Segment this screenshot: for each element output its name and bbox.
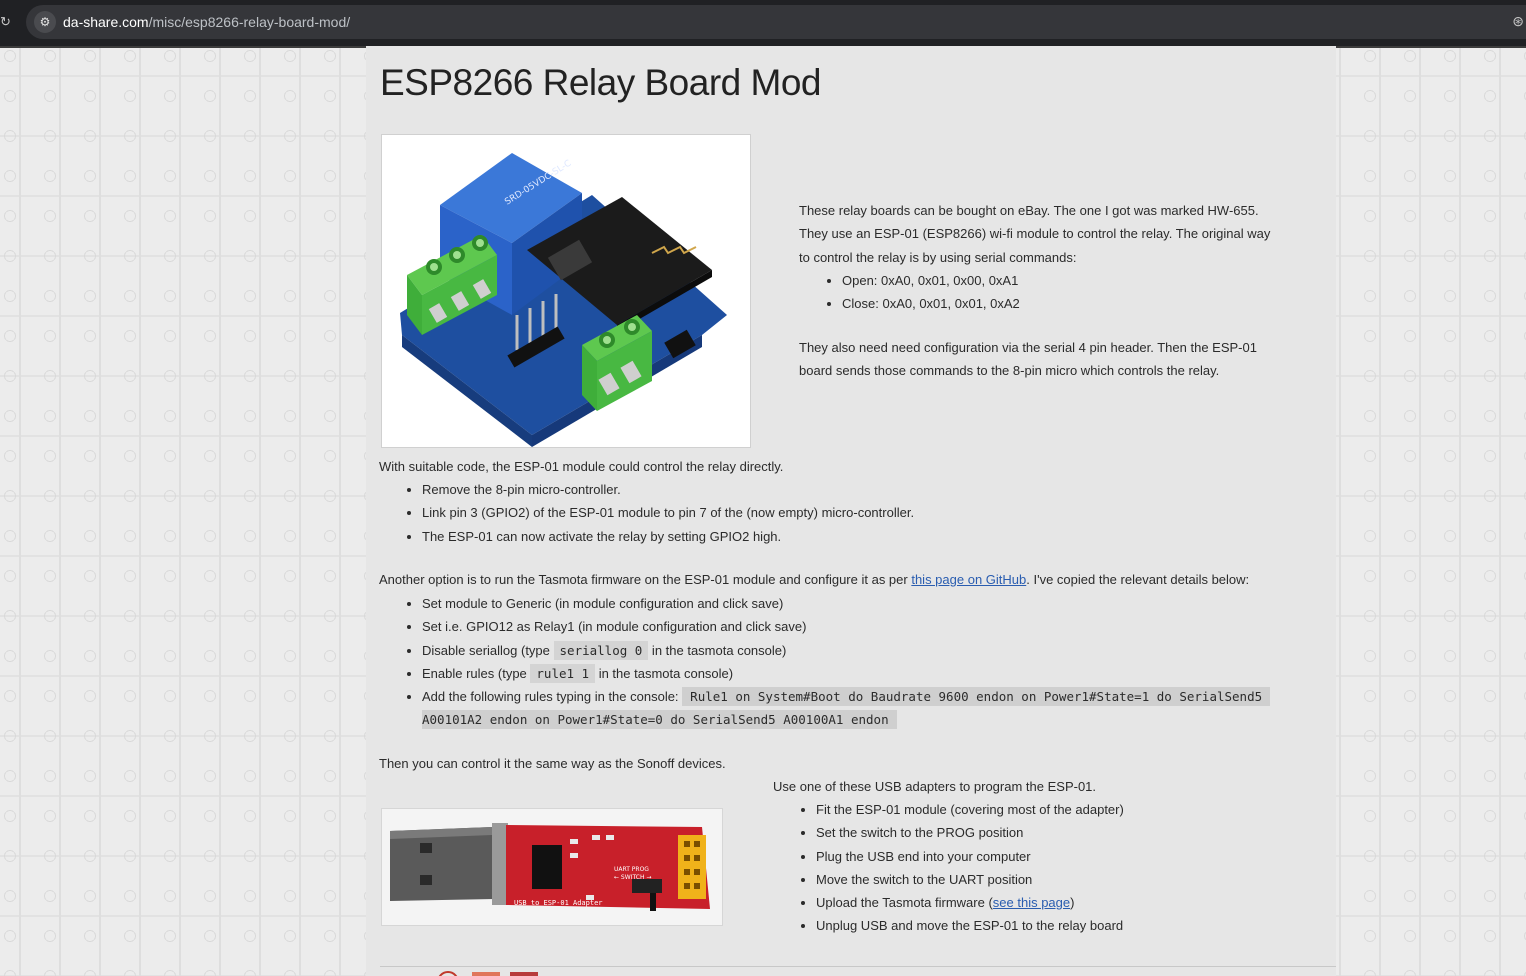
site-settings-icon[interactable]: ⚙: [34, 11, 56, 33]
list-item: Remove the 8-pin micro-controller.: [422, 478, 914, 501]
usb-board-switch-arrows: ← SWITCH →: [614, 874, 651, 881]
intro-line-2: They use an ESP-01 (ESP8266) wi-fi modul…: [799, 226, 1271, 241]
relay-board-illustration: SRD-05VDC-SL-C: [400, 153, 727, 447]
lens-icon[interactable]: ⊛: [1512, 13, 1524, 30]
list-item: Set module to Generic (in module configu…: [422, 592, 1362, 615]
list-item: Set the switch to the PROG position: [816, 821, 1124, 844]
list-item: Close: 0xA0, 0x01, 0x01, 0xA2: [842, 292, 1020, 315]
direct-control-steps: Remove the 8-pin micro-controller. Link …: [379, 478, 914, 548]
list-item: Link pin 3 (GPIO2) of the ESP-01 module …: [422, 501, 914, 524]
suitable-code-paragraph: With suitable code, the ESP-01 module co…: [379, 459, 784, 474]
usb-steps: Fit the ESP-01 module (covering most of …: [773, 798, 1124, 938]
config-line-2: board sends those commands to the 8-pin …: [799, 363, 1220, 378]
list-item: Move the switch to the UART position: [816, 868, 1124, 891]
tasmota-text-pre: Another option is to run the Tasmota fir…: [379, 572, 912, 587]
relay-board-image: SRD-05VDC-SL-C: [381, 134, 751, 448]
see-this-page-link[interactable]: see this page: [993, 895, 1070, 910]
sonoff-paragraph: Then you can control it the same way as …: [379, 756, 726, 771]
usb-board-switch-label: UART PROG: [614, 866, 649, 873]
list-item: Plug the USB end into your computer: [816, 845, 1124, 868]
step-text: in the tasmota console): [648, 642, 787, 658]
reload-icon[interactable]: ↻: [0, 14, 11, 30]
address-bar[interactable]: ⚙ da-share.com/misc/esp8266-relay-board-…: [26, 5, 1526, 39]
content-divider: [380, 966, 1336, 967]
step-text: Upload the Tasmota firmware (: [816, 895, 993, 911]
list-item: Open: 0xA0, 0x01, 0x00, 0xA1: [842, 269, 1020, 292]
config-line-1: They also need need configuration via th…: [799, 340, 1257, 355]
share-icons-row: [438, 971, 538, 976]
share-icon[interactable]: [438, 971, 458, 976]
list-item: Unplug USB and move the ESP-01 to the re…: [816, 914, 1124, 937]
list-item: Add the following rules typing in the co…: [422, 685, 1362, 732]
url-text[interactable]: da-share.com/misc/esp8266-relay-board-mo…: [63, 14, 350, 30]
tasmota-text-post: . I've copied the relevant details below…: [1026, 572, 1250, 587]
share-icon[interactable]: [472, 972, 500, 976]
usb-intro: Use one of these USB adapters to program…: [773, 779, 1097, 794]
step-text: Disable seriallog (type: [422, 642, 554, 658]
browser-toolbar: ↻ ⚙ da-share.com/misc/esp8266-relay-boar…: [0, 0, 1526, 48]
page-title: ESP8266 Relay Board Mod: [380, 62, 822, 103]
intro-line-1: These relay boards can be bought on eBay…: [799, 203, 1259, 218]
serial-command-list: Open: 0xA0, 0x01, 0x00, 0xA1 Close: 0xA0…: [799, 269, 1020, 316]
step-text: Add the following rules typing in the co…: [422, 689, 683, 705]
rule1-code: rule1 1: [530, 663, 596, 683]
tasmota-steps: Set module to Generic (in module configu…: [379, 592, 1362, 732]
step-text: ): [1070, 895, 1075, 911]
list-item: Fit the ESP-01 module (covering most of …: [816, 798, 1124, 821]
rules-code-line-2: A00101A2 endon on Power1#State=0 do Seri…: [422, 710, 897, 730]
url-host: da-share.com: [63, 14, 149, 30]
seriallog-code: seriallog 0: [553, 640, 649, 660]
github-link[interactable]: this page on GitHub: [911, 572, 1026, 587]
rules-code-line-1: Rule1 on System#Boot do Baudrate 9600 en…: [682, 687, 1271, 707]
step-text: in the tasmota console): [595, 665, 734, 681]
list-item: The ESP-01 can now activate the relay by…: [422, 525, 914, 548]
list-item: Set i.e. GPIO12 as Relay1 (in module con…: [422, 615, 1362, 638]
usb-board-label: USB to ESP-01 Adapter: [514, 899, 603, 907]
usb-adapter-image: USB to ESP-01 Adapter UART PROG ← SWITCH…: [381, 808, 723, 926]
share-icon[interactable]: [510, 972, 538, 976]
list-item: Upload the Tasmota firmware (see this pa…: [816, 891, 1124, 914]
list-item: Disable seriallog (type seriallog 0 in t…: [422, 639, 1362, 662]
tasmota-paragraph: Another option is to run the Tasmota fir…: [379, 568, 1249, 591]
url-path: /misc/esp8266-relay-board-mod/: [148, 14, 351, 30]
step-text: Enable rules (type: [422, 665, 531, 681]
intro-line-3: to control the relay is by using serial …: [799, 250, 1077, 265]
usb-adapter-illustration: USB to ESP-01 Adapter UART PROG ← SWITCH…: [390, 823, 710, 911]
list-item: Enable rules (type rule1 1 in the tasmot…: [422, 662, 1362, 685]
